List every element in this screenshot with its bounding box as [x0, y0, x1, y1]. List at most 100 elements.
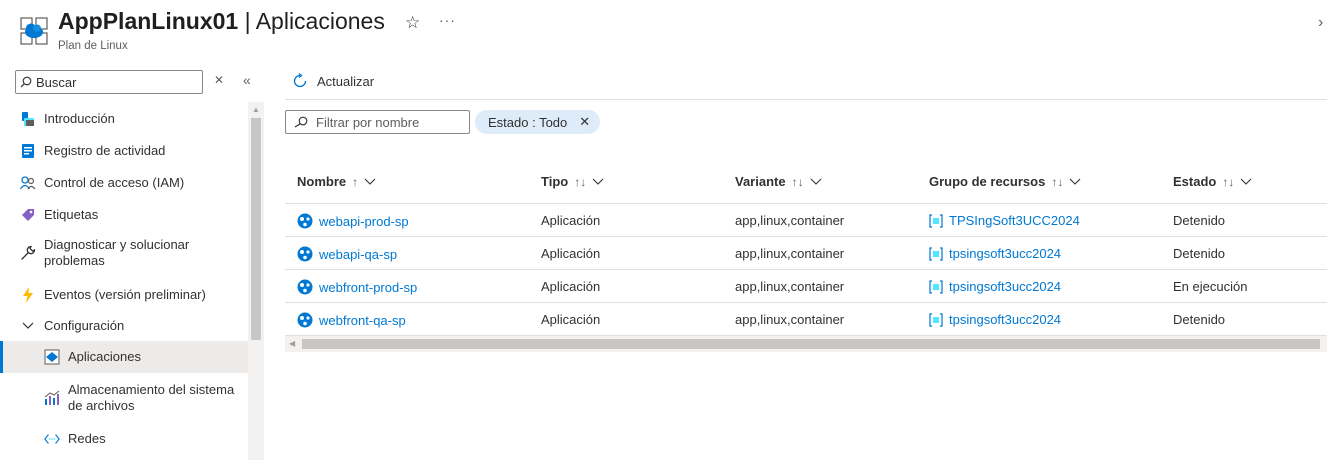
status-cell: En ejecución	[1173, 279, 1248, 294]
app-name-link[interactable]: webfront-prod-sp	[319, 280, 417, 295]
sidebar-search[interactable]	[15, 70, 203, 94]
sidebar-group-configuracion[interactable]: Configuración	[0, 317, 248, 335]
sidebar-item-iam[interactable]: Control de acceso (IAM)	[0, 174, 248, 192]
sort-asc-icon: ↑	[352, 174, 359, 189]
favorite-star-icon[interactable]: ☆	[405, 13, 420, 33]
column-header-estado[interactable]: Estado ↑↓	[1173, 174, 1252, 189]
page-title: AppPlanLinux01 | Aplicaciones	[58, 8, 385, 35]
resource-group-link[interactable]: tpsingsoft3ucc2024	[949, 312, 1061, 327]
status-cell: Detenido	[1173, 213, 1226, 228]
table-horizontal-scrollbar[interactable]: ◀	[285, 336, 1327, 352]
app-name-link[interactable]: webfront-qa-sp	[319, 313, 406, 328]
sidebar-item-aplicaciones[interactable]: Aplicaciones	[0, 341, 248, 373]
resource-group-icon	[929, 246, 943, 261]
more-options-icon[interactable]: ···	[439, 12, 456, 28]
column-header-nombre[interactable]: Nombre ↑	[297, 174, 376, 189]
activity-log-icon	[20, 143, 36, 159]
status-cell: Detenido	[1173, 312, 1226, 327]
variant-cell: app,linux,container	[735, 312, 845, 327]
app-name-cell[interactable]: webfront-qa-sp	[297, 312, 406, 328]
resource-group-cell[interactable]: tpsingsoft3ucc2024	[929, 279, 1061, 294]
app-name-cell[interactable]: webapi-prod-sp	[297, 213, 409, 229]
sort-icon: ↑↓	[1051, 174, 1064, 189]
sort-icon: ↑↓	[791, 174, 804, 189]
name-filter[interactable]	[285, 110, 470, 134]
resource-group-cell[interactable]: tpsingsoft3ucc2024	[929, 246, 1061, 261]
clear-search-icon[interactable]: ✕	[214, 73, 224, 87]
sidebar-search-input[interactable]	[36, 74, 196, 90]
column-header-variante[interactable]: Variante ↑↓	[735, 174, 822, 189]
sidebar-item-etiquetas[interactable]: Etiquetas	[0, 206, 248, 224]
column-label: Estado	[1173, 174, 1217, 189]
wrench-icon	[20, 245, 36, 261]
storage-chart-icon	[44, 390, 60, 406]
sidebar-scrollbar[interactable]: ▲	[248, 102, 264, 460]
sidebar-item-eventos[interactable]: Eventos (versión preliminar)	[0, 286, 248, 304]
refresh-icon	[293, 72, 307, 88]
name-filter-input[interactable]	[316, 114, 466, 130]
app-name-link[interactable]: webapi-prod-sp	[319, 214, 409, 229]
main-content: Actualizar Estado : Todo ✕ Nombre ↑ Tipo…	[285, 60, 1327, 460]
sidebar-item-registro-actividad[interactable]: Registro de actividad	[0, 142, 248, 160]
table-row: webapi-qa-sp Aplicación app,linux,contai…	[285, 237, 1327, 270]
sidebar-item-introduccion[interactable]: Introducción	[0, 110, 248, 128]
resource-type: Plan de Linux	[58, 40, 128, 52]
command-bar: Actualizar	[285, 60, 1327, 100]
app-service-plan-icon	[20, 17, 48, 45]
refresh-button[interactable]: Actualizar	[291, 72, 374, 90]
sidebar-item-label: Diagnosticar y solucionar problemas	[44, 237, 190, 268]
variant-cell: app,linux,container	[735, 213, 845, 228]
column-header-grupo-recursos[interactable]: Grupo de recursos ↑↓	[929, 174, 1081, 189]
search-icon	[16, 76, 36, 88]
sidebar-item-label: Almacenamiento del sistema de archivos	[68, 382, 235, 413]
scroll-up-icon[interactable]: ▲	[252, 105, 260, 114]
resource-group-icon	[929, 213, 943, 228]
web-app-icon	[297, 213, 313, 229]
chevron-down-icon	[20, 318, 36, 334]
sidebar-item-label: Registro de actividad	[44, 143, 166, 158]
resource-group-icon	[929, 279, 943, 294]
tag-icon	[20, 207, 36, 223]
sidebar-item-redes[interactable]: Redes	[0, 430, 248, 448]
app-name-cell[interactable]: webapi-qa-sp	[297, 246, 397, 262]
chevron-down-icon	[1240, 178, 1252, 185]
scrollbar-thumb[interactable]	[302, 339, 1320, 349]
table-header: Nombre ↑ Tipo ↑↓ Variante ↑↓ Grupo de re…	[285, 160, 1327, 204]
sidebar-item-almacenamiento[interactable]: Almacenamiento del sistema de archivos	[0, 381, 248, 415]
type-cell: Aplicación	[541, 213, 601, 228]
resource-group-cell[interactable]: TPSIngSoft3UCC2024	[929, 213, 1080, 228]
apps-icon	[44, 349, 60, 365]
collapse-sidebar-icon[interactable]: «	[243, 72, 251, 88]
chevron-down-icon	[810, 178, 821, 185]
column-label: Tipo	[541, 174, 569, 189]
sidebar-item-diagnosticar[interactable]: Diagnosticar y solucionar problemas	[0, 236, 248, 270]
status-filter-pill[interactable]: Estado : Todo ✕	[475, 110, 601, 134]
page-header: AppPlanLinux01 | Aplicaciones Plan de Li…	[0, 0, 1327, 60]
scrollbar-thumb[interactable]	[251, 118, 261, 340]
variant-cell: app,linux,container	[735, 246, 845, 261]
table-row: webfront-prod-sp Aplicación app,linux,co…	[285, 270, 1327, 303]
column-header-tipo[interactable]: Tipo ↑↓	[541, 174, 604, 189]
remove-filter-icon[interactable]: ✕	[579, 114, 590, 130]
variant-cell: app,linux,container	[735, 279, 845, 294]
sidebar-item-label: Introducción	[44, 111, 115, 126]
refresh-label: Actualizar	[317, 73, 375, 89]
resource-group-link[interactable]: TPSIngSoft3UCC2024	[949, 213, 1080, 228]
resource-group-cell[interactable]: tpsingsoft3ucc2024	[929, 312, 1061, 327]
web-app-icon	[297, 279, 313, 295]
resource-group-link[interactable]: tpsingsoft3ucc2024	[949, 246, 1061, 261]
sidebar-item-label: Eventos (versión preliminar)	[44, 287, 206, 302]
iam-icon	[20, 175, 36, 191]
close-pane-icon[interactable]: ›	[1318, 14, 1323, 32]
resource-group-link[interactable]: tpsingsoft3ucc2024	[949, 279, 1061, 294]
column-label: Nombre	[297, 174, 347, 189]
overview-icon	[20, 111, 36, 127]
page-section: Aplicaciones	[255, 8, 385, 34]
type-cell: Aplicación	[541, 279, 601, 294]
scroll-left-icon[interactable]: ◀	[289, 339, 295, 348]
chevron-down-icon	[364, 178, 376, 185]
app-name-link[interactable]: webapi-qa-sp	[319, 247, 397, 262]
table-row: webfront-qa-sp Aplicación app,linux,cont…	[285, 303, 1327, 336]
app-name-cell[interactable]: webfront-prod-sp	[297, 279, 417, 295]
chevron-down-icon	[1069, 178, 1081, 185]
